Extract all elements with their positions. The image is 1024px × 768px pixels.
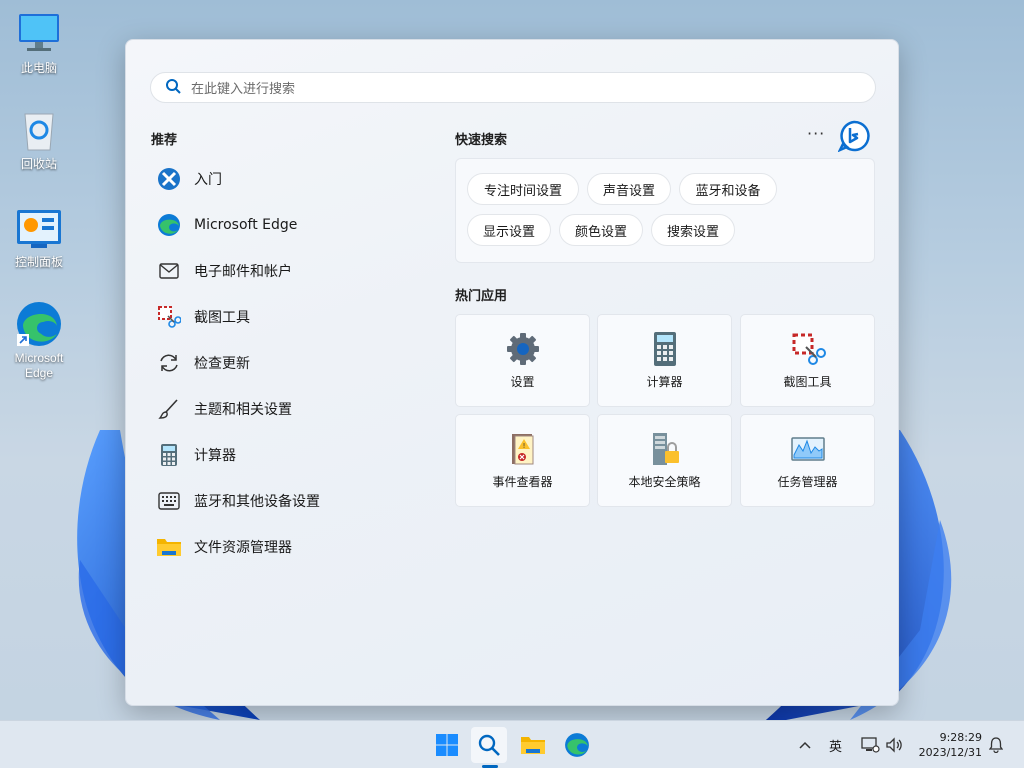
quick-search-chip[interactable]: 颜色设置 bbox=[559, 214, 643, 246]
taskbar-search-button[interactable] bbox=[471, 727, 507, 763]
snipping-tool-icon bbox=[790, 331, 826, 367]
desktop-icon-label: Microsoft Edge bbox=[14, 351, 64, 380]
search-icon bbox=[478, 734, 500, 756]
search-placeholder: 在此键入进行搜索 bbox=[191, 82, 296, 97]
show-hidden-icons-button[interactable] bbox=[798, 721, 812, 768]
recommended-item-label: 入门 bbox=[194, 172, 222, 188]
top-app-event-viewer[interactable]: ! 事件查看器 bbox=[455, 414, 590, 507]
top-apps-title: 热门应用 bbox=[455, 289, 508, 304]
search-box[interactable]: 在此键入进行搜索 bbox=[150, 72, 876, 103]
recommended-item-label: 检查更新 bbox=[194, 356, 250, 372]
quick-search-chip[interactable]: 显示设置 bbox=[467, 214, 551, 246]
desktop-icon-this-pc[interactable]: 此电脑 bbox=[4, 10, 74, 76]
bing-chat-icon[interactable] bbox=[837, 120, 870, 153]
get-started-icon bbox=[156, 166, 182, 192]
taskbar: 英 9:28:29 2023/12/31 bbox=[0, 720, 1024, 768]
recommended-title: 推荐 bbox=[151, 133, 178, 148]
top-app-local-security-policy[interactable]: 本地安全策略 bbox=[597, 414, 732, 507]
quick-search-chip[interactable]: 专注时间设置 bbox=[467, 173, 579, 205]
recommended-item-label: 主题和相关设置 bbox=[194, 402, 292, 418]
clock[interactable]: 9:28:29 2023/12/31 bbox=[912, 730, 982, 760]
top-app-label: 本地安全策略 bbox=[628, 475, 701, 489]
desktop-icon-recycle-bin[interactable]: 回收站 bbox=[4, 106, 74, 172]
recommended-item-edge[interactable]: Microsoft Edge bbox=[156, 205, 416, 245]
keyboard-icon bbox=[156, 488, 182, 514]
desktop-icon-control-panel[interactable]: 控制面板 bbox=[4, 204, 74, 270]
desktop-icon-label: 此电脑 bbox=[20, 61, 57, 75]
recommended-item-label: 计算器 bbox=[194, 448, 236, 464]
computer-icon bbox=[15, 10, 63, 58]
desktop-icon-edge[interactable]: Microsoft Edge bbox=[4, 300, 74, 381]
recommended-item-label: 电子邮件和帐户 bbox=[194, 264, 292, 280]
network-icon[interactable] bbox=[860, 721, 880, 768]
top-app-label: 任务管理器 bbox=[777, 475, 838, 489]
search-icon bbox=[165, 78, 181, 98]
top-app-task-manager[interactable]: 任务管理器 bbox=[740, 414, 875, 507]
brush-icon bbox=[156, 396, 182, 422]
recommended-item-file-explorer[interactable]: 文件资源管理器 bbox=[156, 527, 416, 567]
security-policy-icon bbox=[647, 431, 683, 467]
recommended-item-mail[interactable]: 电子邮件和帐户 bbox=[156, 251, 416, 291]
quick-search-title: 快速搜索 bbox=[455, 133, 508, 148]
volume-icon[interactable] bbox=[885, 721, 903, 768]
recommended-item-label: 蓝牙和其他设备设置 bbox=[194, 494, 320, 510]
svg-text:!: ! bbox=[522, 442, 525, 450]
event-viewer-icon: ! bbox=[505, 431, 541, 467]
quick-search-chip[interactable]: 声音设置 bbox=[587, 173, 671, 205]
control-panel-icon bbox=[15, 204, 63, 252]
calculator-icon bbox=[647, 331, 683, 367]
edge-icon bbox=[156, 212, 182, 238]
recycle-bin-icon bbox=[15, 106, 63, 154]
recommended-item-check-updates[interactable]: 检查更新 bbox=[156, 343, 416, 383]
task-manager-icon bbox=[790, 431, 826, 467]
recommended-item-snipping-tool[interactable]: 截图工具 bbox=[156, 297, 416, 337]
recommended-item-get-started[interactable]: 入门 bbox=[156, 159, 416, 199]
start-button[interactable] bbox=[429, 727, 465, 763]
taskbar-edge-button[interactable] bbox=[559, 727, 595, 763]
quick-search-chip[interactable]: 搜索设置 bbox=[651, 214, 735, 246]
edge-icon bbox=[15, 300, 63, 348]
snipping-tool-icon bbox=[156, 304, 182, 330]
clock-time: 9:28:29 bbox=[939, 731, 982, 744]
mail-icon bbox=[156, 258, 182, 284]
refresh-icon bbox=[156, 350, 182, 376]
desktop-icon-label: 控制面板 bbox=[14, 255, 63, 269]
recommended-item-label: Microsoft Edge bbox=[194, 217, 298, 233]
recommended-item-calculator[interactable]: 计算器 bbox=[156, 435, 416, 475]
calculator-icon bbox=[156, 442, 182, 468]
folder-icon bbox=[521, 737, 545, 754]
top-app-snipping-tool[interactable]: 截图工具 bbox=[740, 314, 875, 407]
more-options-button[interactable]: ··· bbox=[807, 124, 825, 143]
top-app-calculator[interactable]: 计算器 bbox=[597, 314, 732, 407]
input-method-indicator[interactable]: 英 bbox=[829, 721, 842, 768]
recommended-item-label: 截图工具 bbox=[194, 310, 250, 326]
folder-icon bbox=[156, 534, 182, 560]
clock-date: 2023/12/31 bbox=[918, 746, 982, 759]
taskbar-file-explorer-button[interactable] bbox=[515, 727, 551, 763]
chevron-up-icon bbox=[799, 741, 811, 749]
recommended-item-label: 文件资源管理器 bbox=[194, 540, 292, 556]
top-app-label: 设置 bbox=[510, 375, 535, 389]
notification-bell-icon[interactable] bbox=[989, 721, 1003, 768]
top-app-settings[interactable]: 设置 bbox=[455, 314, 590, 407]
desktop-icon-label: 回收站 bbox=[20, 157, 57, 171]
edge-icon bbox=[565, 733, 589, 757]
gear-icon bbox=[505, 331, 541, 367]
recommended-item-bluetooth-devices[interactable]: 蓝牙和其他设备设置 bbox=[156, 481, 416, 521]
top-app-label: 事件查看器 bbox=[492, 475, 553, 489]
start-search-panel: 在此键入进行搜索 推荐 入门 Microsoft Edge 电子邮件和帐户 截图… bbox=[125, 39, 899, 706]
quick-search-chip[interactable]: 蓝牙和设备 bbox=[679, 173, 777, 205]
recommended-item-themes[interactable]: 主题和相关设置 bbox=[156, 389, 416, 429]
top-app-label: 计算器 bbox=[646, 375, 683, 389]
top-app-label: 截图工具 bbox=[783, 375, 832, 389]
quick-search-box: 专注时间设置 声音设置 蓝牙和设备 显示设置 颜色设置 搜索设置 bbox=[455, 158, 875, 263]
windows-logo-icon bbox=[436, 734, 458, 756]
